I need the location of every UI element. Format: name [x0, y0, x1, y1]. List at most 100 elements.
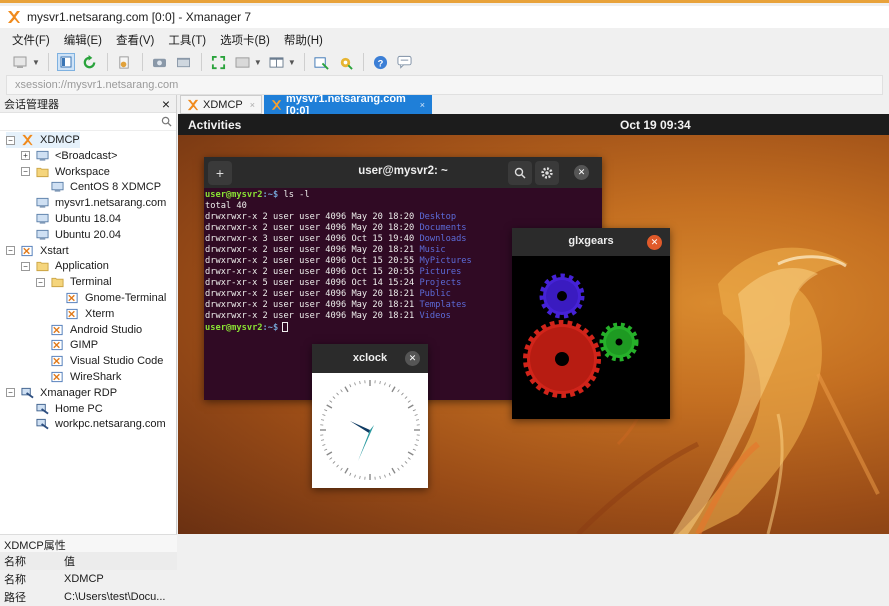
tree-expander-icon[interactable]: −	[6, 388, 15, 397]
tree-item[interactable]: GIMP	[36, 337, 98, 353]
clock-tick	[330, 401, 332, 403]
tree-item[interactable]: mysvr1.netsarang.com	[21, 195, 166, 211]
terminal-search-button[interactable]	[508, 161, 532, 185]
tree-item[interactable]: Gnome-Terminal	[51, 290, 166, 306]
menu-edit[interactable]: 编辑(E)	[64, 32, 102, 48]
menu-view[interactable]: 查看(V)	[116, 32, 154, 48]
directory-name: Music	[419, 245, 445, 255]
clock-tick	[355, 475, 356, 478]
fullscreen-icon[interactable]	[210, 53, 228, 71]
clock-tick	[392, 468, 395, 473]
clock-tick	[337, 465, 339, 467]
tree-item[interactable]: −Terminal	[36, 274, 112, 290]
search-icon[interactable]	[161, 116, 172, 127]
glxgears-close-button[interactable]: ✕	[647, 235, 662, 250]
screenshot-icon[interactable]	[151, 53, 169, 71]
clock-tick	[355, 382, 356, 385]
menu-file[interactable]: 文件(F)	[12, 32, 50, 48]
help-icon[interactable]: ?	[372, 53, 390, 71]
prompt-path: :~$	[263, 190, 279, 200]
tree-item[interactable]: −Xstart	[6, 243, 69, 259]
clock-tick	[408, 452, 413, 455]
tree-item-label: WireShark	[70, 371, 121, 383]
remote-desktop[interactable]: Activities Oct 19 09:34 + user@mysvr2: ~…	[178, 114, 889, 534]
chevron-down-icon[interactable]: ▼	[288, 58, 296, 67]
table-row[interactable]: 名称 XDMCP	[0, 570, 177, 588]
clock-tick	[321, 440, 324, 441]
close-icon: ✕	[409, 353, 417, 364]
activities-button[interactable]: Activities	[188, 118, 241, 132]
tree-item[interactable]: −Application	[21, 258, 109, 274]
file-meta: drwxrwxr-x 2 user user 4096 May 20 18:21	[205, 300, 419, 310]
toolbar-divider	[48, 53, 49, 71]
tree-expander-icon[interactable]: −	[36, 278, 45, 287]
properties-title: XDMCP属性	[0, 534, 177, 552]
terminal-menu-button[interactable]	[535, 161, 559, 185]
close-icon[interactable]: ×	[420, 100, 425, 110]
tree-item[interactable]: Xterm	[51, 306, 114, 322]
clock-tick	[360, 381, 361, 384]
clock-tick	[380, 476, 381, 479]
folder-icon	[36, 166, 55, 178]
clock-tick	[416, 440, 419, 441]
tree-item[interactable]: Visual Studio Code	[36, 353, 163, 369]
toolbar-divider	[363, 53, 364, 71]
terminal-close-button[interactable]: ✕	[574, 165, 589, 180]
tile-icon[interactable]	[268, 53, 286, 71]
tree-expander-icon[interactable]: −	[21, 167, 30, 176]
window-list-icon[interactable]	[175, 53, 193, 71]
toolbar-divider	[201, 53, 202, 71]
tree-item[interactable]: −XDMCP	[6, 132, 80, 148]
properties-icon[interactable]	[116, 53, 134, 71]
close-icon[interactable]: ×	[250, 100, 255, 110]
tree-item[interactable]: CentOS 8 XDMCP	[36, 179, 161, 195]
refresh-icon[interactable]	[81, 53, 99, 71]
tab-mysvr1[interactable]: mysvr1.netsarang.com [0:0] ×	[264, 95, 432, 114]
xclock-window[interactable]: xclock ✕	[312, 344, 428, 488]
clock-tick	[408, 405, 413, 408]
tab-xdmcp[interactable]: XDMCP ×	[180, 95, 262, 114]
gear-icon	[540, 166, 554, 180]
clock-tick	[385, 475, 386, 478]
directory-name: Videos	[419, 311, 450, 321]
xclock-close-button[interactable]: ✕	[405, 351, 420, 366]
tree-item[interactable]: Home PC	[21, 401, 103, 417]
tree-item[interactable]: WireShark	[36, 369, 121, 385]
feedback-icon[interactable]	[396, 53, 414, 71]
prompt-user: user@mysvr2	[205, 190, 263, 200]
tree-item[interactable]: Ubuntu 20.04	[21, 227, 121, 243]
clock-tick	[408, 401, 410, 403]
file-meta: drwxrwxr-x 2 user user 4096 May 20 18:21	[205, 245, 419, 255]
menu-tabs[interactable]: 选项卡(B)	[220, 32, 270, 48]
new-session-icon[interactable]	[12, 53, 30, 71]
chevron-down-icon[interactable]: ▼	[254, 58, 262, 67]
tree-item-label: Ubuntu 20.04	[55, 229, 121, 241]
tree-expander-icon[interactable]: −	[21, 262, 30, 271]
tree-item[interactable]: Android Studio	[36, 322, 142, 338]
glxgears-window[interactable]: glxgears ✕	[512, 228, 670, 419]
tree-expander-icon[interactable]: −	[6, 136, 15, 145]
xmanager-x-icon	[271, 99, 282, 111]
session-manager-header: 会话管理器 ×	[0, 95, 176, 113]
chevron-down-icon[interactable]: ▼	[32, 58, 40, 67]
session-search-bar[interactable]	[0, 113, 176, 131]
address-bar[interactable]: xsession://mysvr1.netsarang.com	[6, 75, 883, 95]
table-row[interactable]: 路径 C:\Users\test\Docu...	[0, 588, 177, 606]
menu-tools[interactable]: 工具(T)	[168, 32, 206, 48]
tree-item[interactable]: workpc.netsarang.com	[21, 416, 166, 432]
tree-item[interactable]: −Workspace	[21, 164, 110, 180]
top-bar-clock[interactable]: Oct 19 09:34	[620, 118, 691, 132]
tree-expander-icon[interactable]: −	[6, 246, 15, 255]
tree-item[interactable]: +<Broadcast>	[21, 148, 117, 164]
tree-item[interactable]: −Xmanager RDP	[6, 385, 117, 401]
layout-icon[interactable]	[234, 53, 252, 71]
session-manager-icon[interactable]	[57, 53, 75, 71]
tree-item[interactable]: Ubuntu 18.04	[21, 211, 121, 227]
xconfig-icon[interactable]	[337, 53, 355, 71]
search-icon	[514, 167, 526, 179]
monitor-icon	[36, 197, 55, 209]
close-icon[interactable]: ×	[162, 96, 170, 112]
menu-help[interactable]: 帮助(H)	[284, 32, 323, 48]
new-xstart-icon[interactable]	[313, 53, 331, 71]
tree-expander-icon[interactable]: +	[21, 151, 30, 160]
